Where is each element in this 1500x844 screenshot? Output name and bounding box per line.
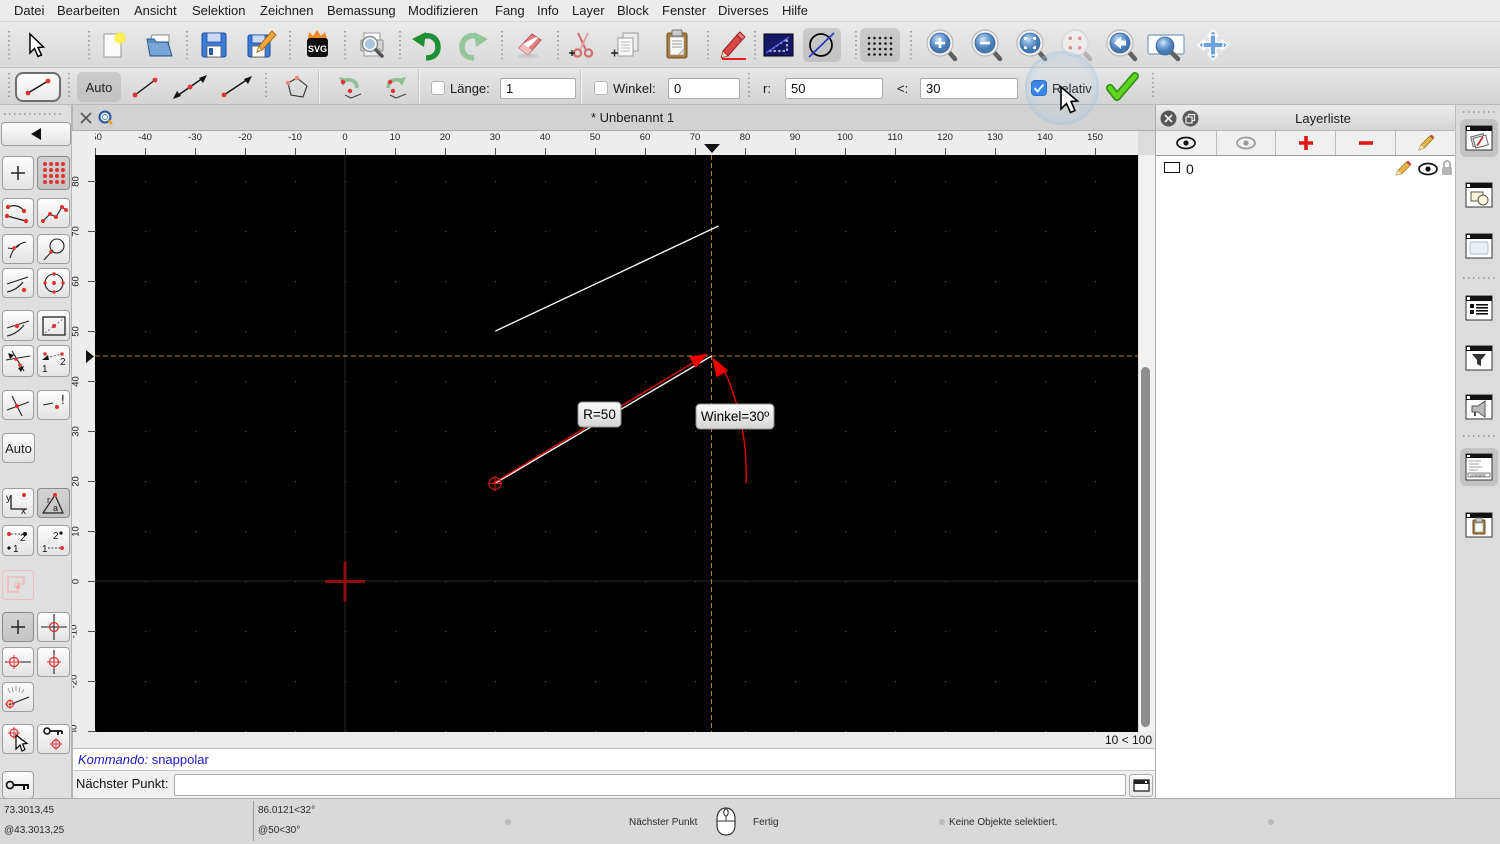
svg-text:1: 1 [13, 544, 19, 554]
svg-text:SVG: SVG [308, 44, 327, 54]
svg-text:a: a [53, 503, 58, 513]
svg-text:r: r [47, 495, 50, 505]
svg-text:Winkel=30º: Winkel=30º [701, 409, 769, 424]
svg-text:1: 1 [42, 364, 48, 374]
svg-text:1: 1 [42, 544, 48, 554]
svg-text:2: 2 [60, 357, 66, 368]
svg-text:R=50: R=50 [583, 407, 616, 422]
svg-text:2: 2 [53, 531, 59, 542]
svg-text:!: ! [61, 392, 65, 407]
svg-text:command: command [1470, 474, 1485, 478]
svg-text:x: x [21, 506, 26, 515]
svg-text:y: y [6, 493, 11, 504]
svg-text:2: 2 [20, 533, 26, 544]
